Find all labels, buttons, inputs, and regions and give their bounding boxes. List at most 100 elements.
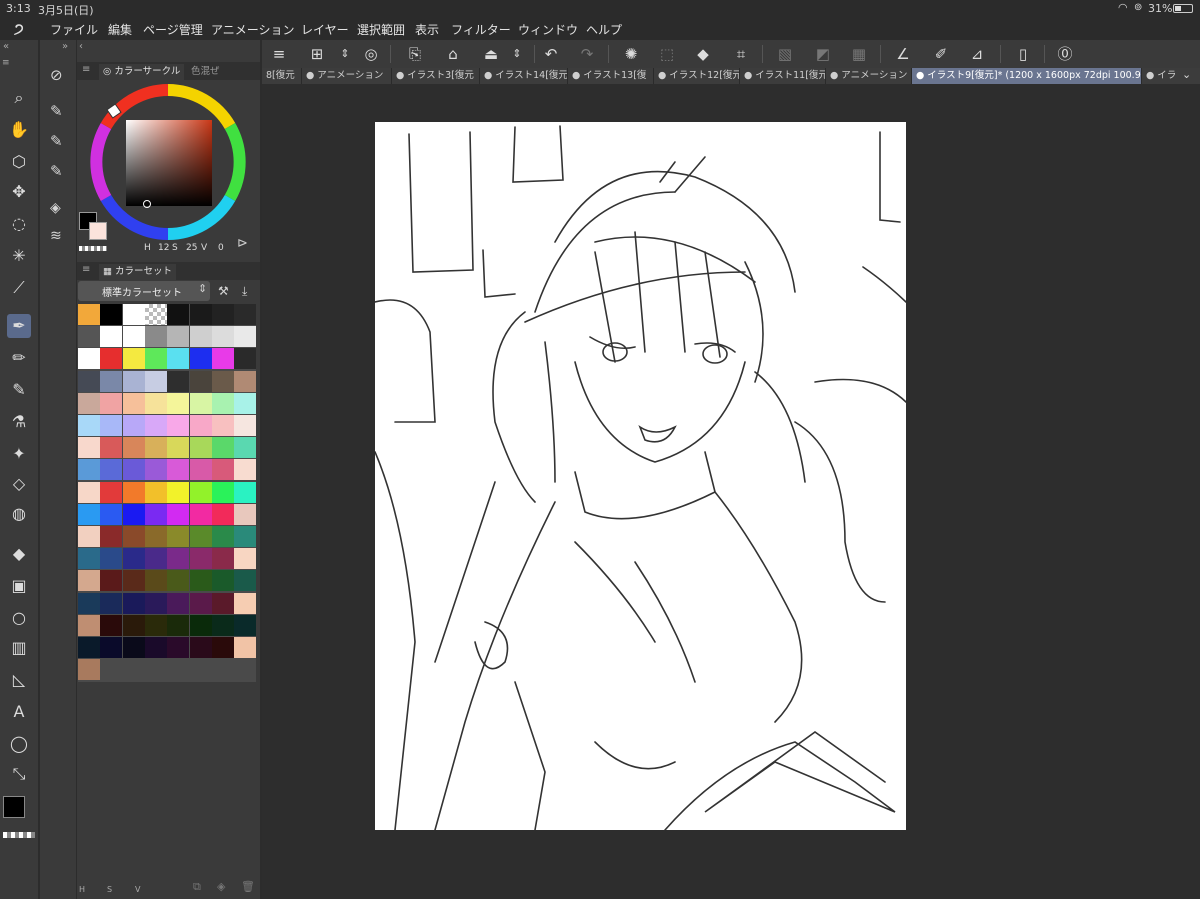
subtool-pen-c-icon[interactable]: ✎: [50, 162, 63, 180]
color-swatch[interactable]: [167, 326, 190, 348]
tab-color-set[interactable]: ▦ カラーセット: [99, 264, 177, 280]
color-swatch[interactable]: [122, 481, 145, 503]
color-swatch[interactable]: [211, 392, 234, 414]
color-swatch[interactable]: [100, 437, 123, 459]
color-swatch[interactable]: [100, 637, 123, 658]
wrench-icon[interactable]: ⚒: [218, 284, 229, 298]
color-swatch[interactable]: [167, 370, 190, 392]
panel-transparent-color[interactable]: [79, 246, 107, 251]
brush-stroke-icon[interactable]: ✐: [930, 43, 952, 65]
color-swatch[interactable]: [167, 614, 190, 636]
decoration-icon[interactable]: ✦: [7, 442, 31, 466]
color-swatch[interactable]: [167, 348, 190, 370]
color-swatch[interactable]: [78, 415, 100, 436]
color-swatch[interactable]: [189, 370, 212, 392]
color-swatch[interactable]: [78, 637, 100, 658]
airbrush-icon[interactable]: ⚗: [7, 410, 31, 434]
download-icon[interactable]: ⤓: [242, 284, 247, 299]
delete-color-icon[interactable]: 🗑: [241, 880, 255, 893]
color-swatch[interactable]: [167, 570, 190, 592]
color-swatch[interactable]: [144, 570, 167, 592]
color-swatch[interactable]: [234, 614, 257, 636]
color-swatch[interactable]: [167, 459, 190, 481]
color-swatch[interactable]: [100, 326, 123, 348]
ruler-snap-icon[interactable]: ∠: [892, 43, 914, 65]
smartphone-icon[interactable]: ▯: [1012, 43, 1034, 65]
color-swatch[interactable]: [78, 437, 100, 459]
color-wheel[interactable]: [85, 80, 255, 256]
undo-icon[interactable]: ↶: [540, 43, 562, 65]
color-swatch[interactable]: [100, 526, 123, 547]
color-swatch[interactable]: [189, 348, 212, 370]
color-swatch[interactable]: [144, 548, 167, 570]
color-swatch[interactable]: [122, 437, 145, 459]
color-swatch[interactable]: [100, 348, 123, 370]
color-swatch[interactable]: [78, 304, 100, 325]
color-swatch[interactable]: [167, 481, 190, 503]
color-swatch[interactable]: [122, 370, 145, 392]
color-swatch[interactable]: [234, 348, 257, 370]
loading-icon[interactable]: ✺: [620, 43, 642, 65]
color-swatch[interactable]: [100, 415, 123, 436]
color-swatch[interactable]: [167, 526, 190, 547]
chevron-updown-icon[interactable]: ⇕: [334, 43, 356, 65]
hamburger-menu-icon[interactable]: ≡: [268, 43, 290, 65]
color-swatch[interactable]: [211, 570, 234, 592]
color-swatch[interactable]: [100, 481, 123, 503]
color-swatch[interactable]: [144, 614, 167, 636]
color-swatch[interactable]: [234, 370, 257, 392]
color-swatch[interactable]: [122, 614, 145, 636]
color-swatch[interactable]: [144, 348, 167, 370]
color-swatch[interactable]: [78, 592, 100, 614]
color-swatch[interactable]: [234, 570, 257, 592]
color-swatch[interactable]: [189, 392, 212, 414]
eyedropper-icon[interactable]: ⟋: [7, 276, 31, 300]
color-swatch[interactable]: [234, 437, 257, 459]
tab-color-circle[interactable]: ◎ カラーサークル: [99, 64, 185, 80]
color-swatch[interactable]: [100, 459, 123, 481]
save-options-icon[interactable]: ⇕: [506, 43, 528, 65]
pen-icon[interactable]: ✒: [7, 314, 31, 338]
color-swatch[interactable]: [189, 326, 212, 348]
eraser-icon[interactable]: ◇: [7, 472, 31, 496]
correct-line-icon[interactable]: ⤡: [7, 762, 31, 786]
blend-icon[interactable]: ◍: [7, 502, 31, 526]
hand-icon[interactable]: ✋: [7, 118, 31, 142]
new-file-icon[interactable]: ⎘: [404, 43, 426, 65]
color-swatch[interactable]: [211, 304, 234, 325]
document-tab[interactable]: ● イラスト11[復元: [740, 68, 826, 84]
document-tab[interactable]: ● イラスト3[復元: [392, 68, 480, 84]
color-swatch[interactable]: [122, 548, 145, 570]
color-swatch[interactable]: [144, 415, 167, 436]
color-swatch[interactable]: [100, 503, 123, 525]
balloon-icon[interactable]: ◯: [7, 732, 31, 756]
panel-sub-color[interactable]: [89, 222, 107, 240]
menu-help[interactable]: ヘルプ: [586, 21, 622, 38]
color-swatch[interactable]: [189, 503, 212, 525]
lasso-icon[interactable]: ◌: [7, 212, 31, 236]
color-swatch[interactable]: [211, 326, 234, 348]
subtool-layer-a-icon[interactable]: ◈: [50, 200, 61, 216]
help-icon[interactable]: ⓪: [1054, 43, 1076, 65]
color-swatch[interactable]: [122, 503, 145, 525]
color-swatch[interactable]: [189, 548, 212, 570]
menu-file[interactable]: ファイル: [50, 21, 98, 38]
color-swatch[interactable]: [122, 348, 145, 370]
main-color-swatch[interactable]: [3, 796, 25, 818]
color-swatch[interactable]: [78, 503, 100, 525]
color-swatch[interactable]: [78, 570, 100, 592]
color-swatch[interactable]: [234, 392, 257, 414]
subtool-pen-a-icon[interactable]: ✎: [50, 102, 63, 120]
color-swatch[interactable]: [234, 415, 257, 436]
color-swatch[interactable]: [211, 459, 234, 481]
collapse-icon[interactable]: «: [3, 41, 9, 52]
color-swatch[interactable]: [122, 592, 145, 614]
clear-icon[interactable]: ▧: [774, 43, 796, 65]
color-swatch[interactable]: [234, 592, 257, 614]
color-swatch[interactable]: [189, 437, 212, 459]
color-swatch[interactable]: [189, 459, 212, 481]
move-icon[interactable]: ✥: [7, 180, 31, 204]
color-swatch[interactable]: [234, 548, 257, 570]
menu-page[interactable]: ページ管理: [143, 21, 203, 38]
menu-animation[interactable]: アニメーション: [211, 21, 295, 38]
